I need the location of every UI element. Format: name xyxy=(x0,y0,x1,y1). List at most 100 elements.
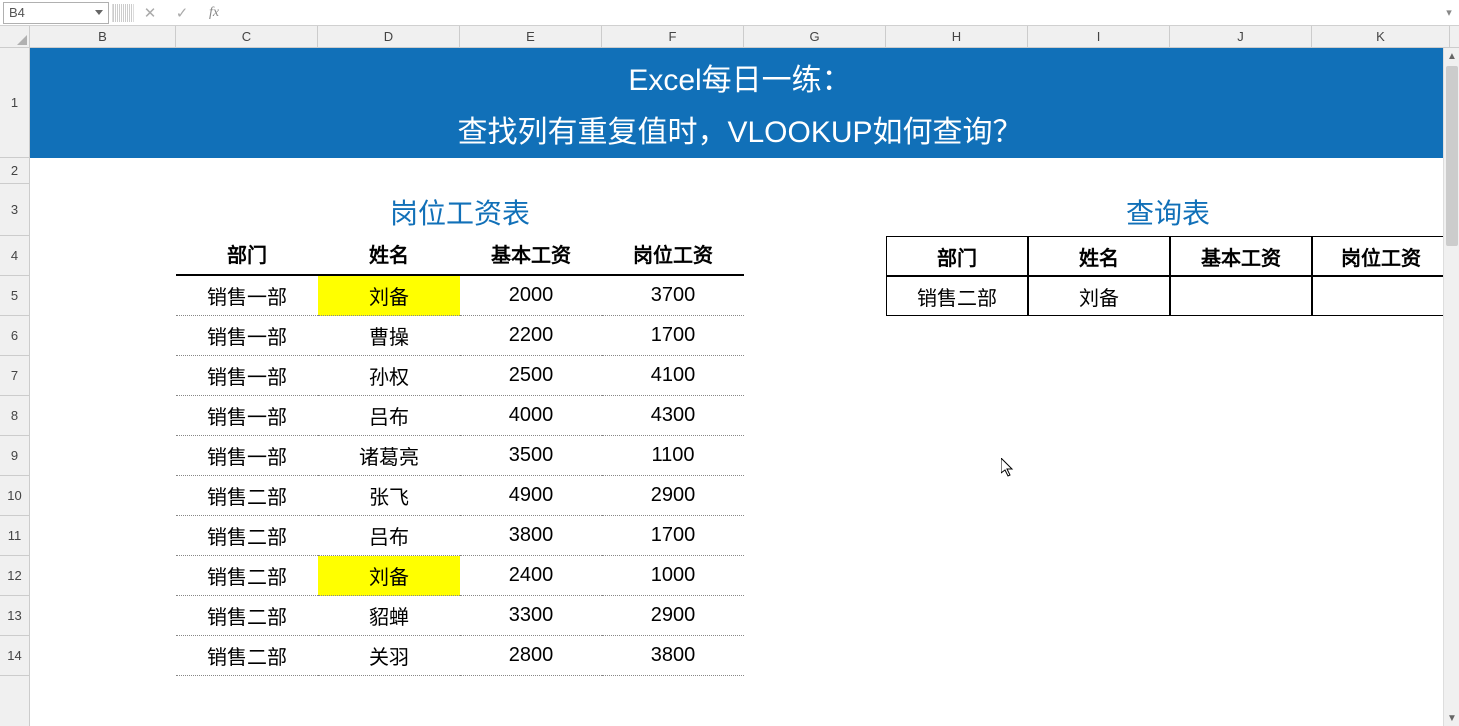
lookup-header-3[interactable]: 岗位工资 xyxy=(1312,236,1450,276)
salary-row-5-col-0[interactable]: 销售二部 xyxy=(176,476,318,516)
col-header-K[interactable]: K xyxy=(1312,26,1450,47)
row-header-9[interactable]: 9 xyxy=(0,436,29,476)
salary-row-2-col-1[interactable]: 孙权 xyxy=(318,356,460,396)
salary-header-0[interactable]: 部门 xyxy=(176,236,318,276)
salary-row-9-col-2[interactable]: 2800 xyxy=(460,636,602,676)
column-headers: BCDEFGHIJK xyxy=(0,26,1459,48)
salary-row-6-col-3[interactable]: 1700 xyxy=(602,516,744,556)
row-headers: 1234567891011121314 xyxy=(0,48,30,726)
cancel-icon[interactable]: ✕ xyxy=(134,3,166,23)
salary-row-7-col-3[interactable]: 1000 xyxy=(602,556,744,596)
salary-row-9-col-0[interactable]: 销售二部 xyxy=(176,636,318,676)
salary-row-7-col-1[interactable]: 刘备 xyxy=(318,556,460,596)
salary-row-1-col-0[interactable]: 销售一部 xyxy=(176,316,318,356)
salary-row-2-col-0[interactable]: 销售一部 xyxy=(176,356,318,396)
salary-row-4-col-0[interactable]: 销售一部 xyxy=(176,436,318,476)
row-header-6[interactable]: 6 xyxy=(0,316,29,356)
salary-row-9-col-1[interactable]: 关羽 xyxy=(318,636,460,676)
lookup-header-0[interactable]: 部门 xyxy=(886,236,1028,276)
col-header-C[interactable]: C xyxy=(176,26,318,47)
salary-row-8-col-0[interactable]: 销售二部 xyxy=(176,596,318,636)
salary-row-3-col-0[interactable]: 销售一部 xyxy=(176,396,318,436)
salary-row-0-col-3[interactable]: 3700 xyxy=(602,276,744,316)
salary-row-1-col-1[interactable]: 曹操 xyxy=(318,316,460,356)
salary-header-3[interactable]: 岗位工资 xyxy=(602,236,744,276)
row-header-7[interactable]: 7 xyxy=(0,356,29,396)
row-header-13[interactable]: 13 xyxy=(0,596,29,636)
scrollbar-thumb[interactable] xyxy=(1446,66,1458,246)
select-all-button[interactable] xyxy=(0,26,30,47)
name-box-value: B4 xyxy=(9,5,25,20)
salary-row-3-col-2[interactable]: 4000 xyxy=(460,396,602,436)
row-header-1[interactable]: 1 xyxy=(0,48,29,158)
salary-row-4-col-3[interactable]: 1100 xyxy=(602,436,744,476)
salary-row-8-col-2[interactable]: 3300 xyxy=(460,596,602,636)
salary-row-4-col-1[interactable]: 诸葛亮 xyxy=(318,436,460,476)
scroll-down-icon[interactable]: ▼ xyxy=(1444,710,1459,726)
lookup-header-1[interactable]: 姓名 xyxy=(1028,236,1170,276)
salary-row-8-col-1[interactable]: 貂蝉 xyxy=(318,596,460,636)
salary-header-1[interactable]: 姓名 xyxy=(318,236,460,276)
salary-row-0-col-0[interactable]: 销售一部 xyxy=(176,276,318,316)
row-header-8[interactable]: 8 xyxy=(0,396,29,436)
salary-row-4-col-2[interactable]: 3500 xyxy=(460,436,602,476)
salary-row-8-col-3[interactable]: 2900 xyxy=(602,596,744,636)
salary-row-5-col-1[interactable]: 张飞 xyxy=(318,476,460,516)
dropdown-icon[interactable] xyxy=(95,10,103,15)
col-header-J[interactable]: J xyxy=(1170,26,1312,47)
salary-row-5-col-3[interactable]: 2900 xyxy=(602,476,744,516)
row-header-2[interactable]: 2 xyxy=(0,158,29,184)
col-header-I[interactable]: I xyxy=(1028,26,1170,47)
vertical-scrollbar[interactable]: ▲ ▼ xyxy=(1443,48,1459,726)
row-header-3[interactable]: 3 xyxy=(0,184,29,236)
salary-row-6-col-0[interactable]: 销售二部 xyxy=(176,516,318,556)
expand-formula-icon[interactable]: ▾ xyxy=(1439,3,1459,23)
salary-row-5-col-2[interactable]: 4900 xyxy=(460,476,602,516)
salary-row-7-col-2[interactable]: 2400 xyxy=(460,556,602,596)
lookup-row-col-2[interactable] xyxy=(1170,276,1312,316)
salary-header-2[interactable]: 基本工资 xyxy=(460,236,602,276)
salary-title: 岗位工资表 xyxy=(176,192,744,232)
confirm-icon[interactable]: ✓ xyxy=(166,3,198,23)
row-header-12[interactable]: 12 xyxy=(0,556,29,596)
col-header-H[interactable]: H xyxy=(886,26,1028,47)
lookup-row-col-0[interactable]: 销售二部 xyxy=(886,276,1028,316)
salary-row-0-col-1[interactable]: 刘备 xyxy=(318,276,460,316)
col-header-B[interactable]: B xyxy=(30,26,176,47)
drag-handle-icon[interactable] xyxy=(112,4,134,22)
salary-row-6-col-1[interactable]: 吕布 xyxy=(318,516,460,556)
lookup-header-2[interactable]: 基本工资 xyxy=(1170,236,1312,276)
salary-row-9-col-3[interactable]: 3800 xyxy=(602,636,744,676)
name-box[interactable]: B4 xyxy=(3,2,109,24)
banner-line1: Excel每日一练： xyxy=(628,55,851,99)
lookup-row-col-1[interactable]: 刘备 xyxy=(1028,276,1170,316)
row-header-10[interactable]: 10 xyxy=(0,476,29,516)
lookup-title: 查询表 xyxy=(886,192,1450,232)
salary-row-1-col-2[interactable]: 2200 xyxy=(460,316,602,356)
salary-row-0-col-2[interactable]: 2000 xyxy=(460,276,602,316)
col-header-F[interactable]: F xyxy=(602,26,744,47)
row-header-14[interactable]: 14 xyxy=(0,636,29,676)
col-header-E[interactable]: E xyxy=(460,26,602,47)
title-banner: Excel每日一练： 查找列有重复值时，VLOOKUP如何查询？ xyxy=(30,48,1450,158)
formula-input[interactable] xyxy=(230,2,1439,24)
formula-bar: B4 ✕ ✓ fx ▾ xyxy=(0,0,1459,26)
scroll-up-icon[interactable]: ▲ xyxy=(1444,48,1459,64)
col-header-D[interactable]: D xyxy=(318,26,460,47)
banner-line2: 查找列有重复值时，VLOOKUP如何查询？ xyxy=(457,107,1022,151)
row-header-5[interactable]: 5 xyxy=(0,276,29,316)
salary-row-1-col-3[interactable]: 1700 xyxy=(602,316,744,356)
row-header-4[interactable]: 4 xyxy=(0,236,29,276)
salary-row-2-col-3[interactable]: 4100 xyxy=(602,356,744,396)
salary-row-2-col-2[interactable]: 2500 xyxy=(460,356,602,396)
salary-row-7-col-0[interactable]: 销售二部 xyxy=(176,556,318,596)
salary-row-3-col-1[interactable]: 吕布 xyxy=(318,396,460,436)
salary-row-6-col-2[interactable]: 3800 xyxy=(460,516,602,556)
col-header-G[interactable]: G xyxy=(744,26,886,47)
grid-area: 1234567891011121314 Excel每日一练： 查找列有重复值时，… xyxy=(0,48,1459,726)
salary-row-3-col-3[interactable]: 4300 xyxy=(602,396,744,436)
row-header-11[interactable]: 11 xyxy=(0,516,29,556)
lookup-row-col-3[interactable] xyxy=(1312,276,1450,316)
cells-area[interactable]: Excel每日一练： 查找列有重复值时，VLOOKUP如何查询？ 岗位工资表 查… xyxy=(30,48,1459,726)
fx-icon[interactable]: fx xyxy=(198,3,230,23)
